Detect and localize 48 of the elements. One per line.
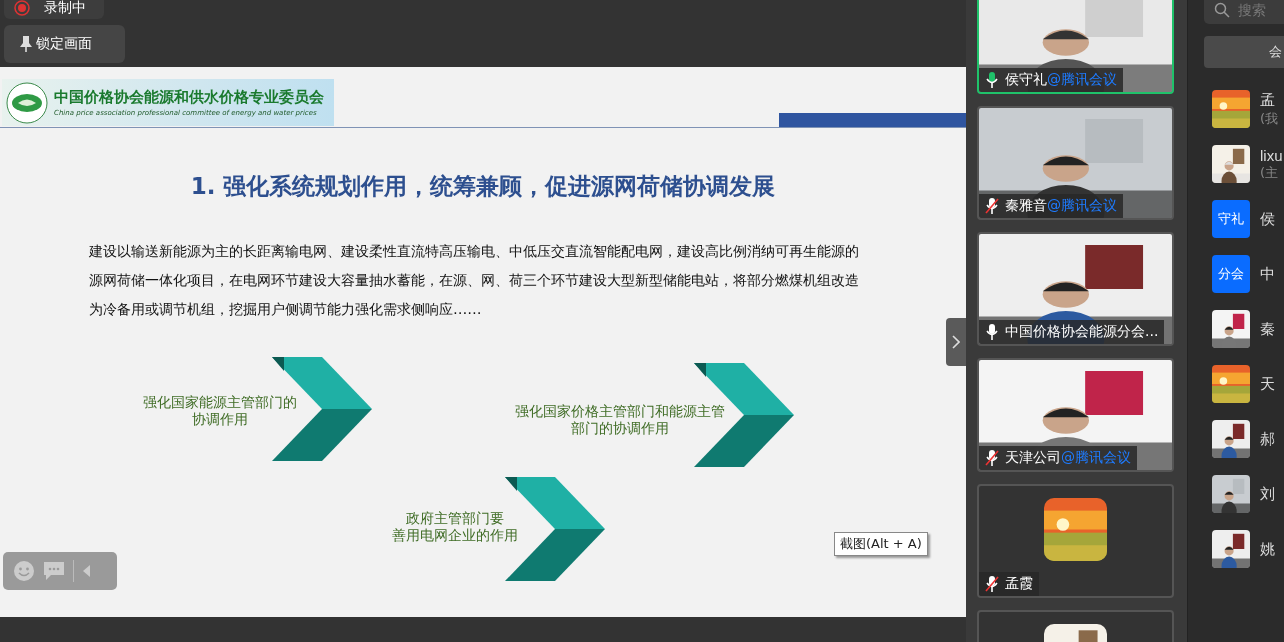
participant-role: (我 xyxy=(1260,109,1279,128)
slide-paragraph: 建设以输送新能源为主的长距离输电网、建设柔性直流特高压输电、中低压交直流智能配电网，建设高比例消纳可再生能源的源网荷储一体化项目，在电网环节建设大容量抽水蓄能，在源、网、荷三个环节建设大型新型储能电站，将部分燃煤机组改造为冷备用或调节机组，挖掘用户侧调节能力强化需求侧响应…… xyxy=(89,242,860,319)
participant-name: 侯守礼@腾讯会议 xyxy=(1005,71,1117,89)
collapse-left-icon[interactable] xyxy=(82,565,92,577)
slide-title: 1. 强化系统规划作用，统筹兼顾，促进源网荷储协调发展 xyxy=(189,172,777,201)
video-tile[interactable]: 侯守礼@腾讯会议 xyxy=(977,0,1174,94)
participant-name[interactable]: 秦 xyxy=(1260,319,1275,339)
chevron-arrow-icon xyxy=(272,357,372,461)
lock-screen-button[interactable]: 锁定画面 xyxy=(4,25,125,63)
participant-name: 中国价格协会能源分会... xyxy=(1005,323,1159,341)
panel-toggle-button[interactable] xyxy=(946,318,966,366)
participant-name[interactable]: 孟 xyxy=(1260,90,1279,110)
chevron-label: 协调作用 xyxy=(192,411,248,428)
participant-name[interactable]: 姚 xyxy=(1260,539,1275,559)
chevron-label: 部门的协调作用 xyxy=(571,420,669,437)
video-tile[interactable]: 孟霞 xyxy=(977,484,1174,598)
participant-avatar: 分会 xyxy=(1212,255,1250,293)
chat-icon[interactable] xyxy=(43,561,65,581)
participant-name[interactable]: lixu xyxy=(1260,146,1283,164)
tooltip: 截图(Alt + A) xyxy=(834,532,928,556)
participant-name[interactable]: 郝 xyxy=(1260,429,1275,449)
search-box[interactable]: 搜索 xyxy=(1204,0,1284,24)
recording-label: 录制中 xyxy=(44,0,86,17)
participant-name: 孟霞 xyxy=(1005,575,1033,593)
chevron-label: 强化国家能源主管部门的 xyxy=(143,394,297,411)
video-tile[interactable]: 天津公司@腾讯会议 xyxy=(977,358,1174,472)
participant-name: 秦雅音@腾讯会议 xyxy=(1005,197,1117,215)
emoji-icon[interactable] xyxy=(13,560,35,582)
search-field[interactable]: 搜索 xyxy=(1236,1,1284,19)
organization-name: 中国价格协会能源和供水价格专业委员会 xyxy=(54,88,324,107)
chevron-label: 善用电网企业的作用 xyxy=(392,527,518,544)
chevron-label: 政府主管部门要 xyxy=(406,510,504,527)
search-icon xyxy=(1214,2,1230,18)
members-tab[interactable]: 会 xyxy=(1204,36,1284,68)
participant-name: 天津公司@腾讯会议 xyxy=(1005,449,1131,467)
participant-name[interactable]: 侯 xyxy=(1260,209,1275,229)
video-tile[interactable]: 秦雅音@腾讯会议 xyxy=(977,106,1174,220)
participant-avatar: 守礼 xyxy=(1212,200,1250,238)
chevron-arrow-icon xyxy=(505,477,605,581)
participant-role: (主 xyxy=(1260,163,1280,182)
chevron-right-icon xyxy=(952,335,960,349)
participant-name[interactable]: 天 xyxy=(1260,374,1275,394)
pin-icon xyxy=(20,36,32,52)
chevron-label: 强化国家价格主管部门和能源主管 xyxy=(515,403,725,420)
logo-icon xyxy=(6,81,48,124)
participant-name[interactable]: 刘 xyxy=(1260,484,1275,504)
video-tile[interactable]: 中国价格协会能源分会... xyxy=(977,232,1174,346)
participant-name[interactable]: 中 xyxy=(1260,264,1275,284)
